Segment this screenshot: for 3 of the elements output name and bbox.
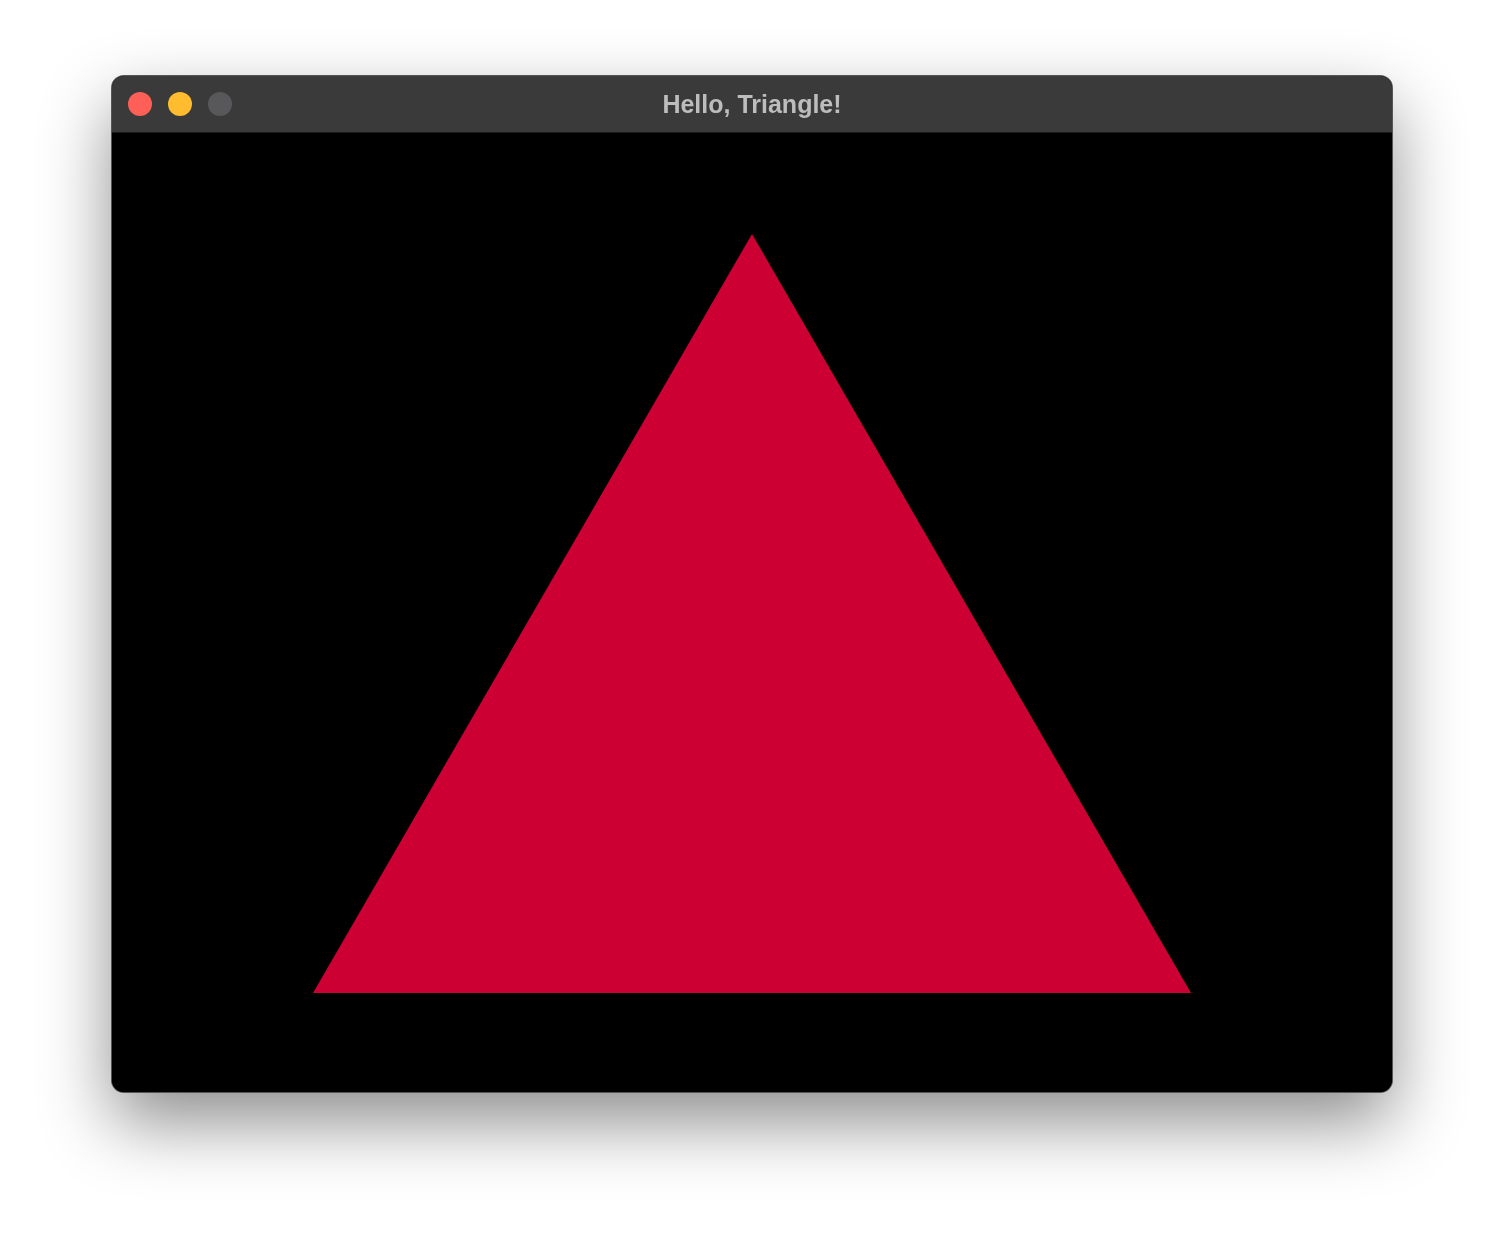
minimize-window-button[interactable] [168, 92, 192, 116]
window-title: Hello, Triangle! [662, 89, 842, 119]
close-window-button[interactable] [128, 92, 152, 116]
